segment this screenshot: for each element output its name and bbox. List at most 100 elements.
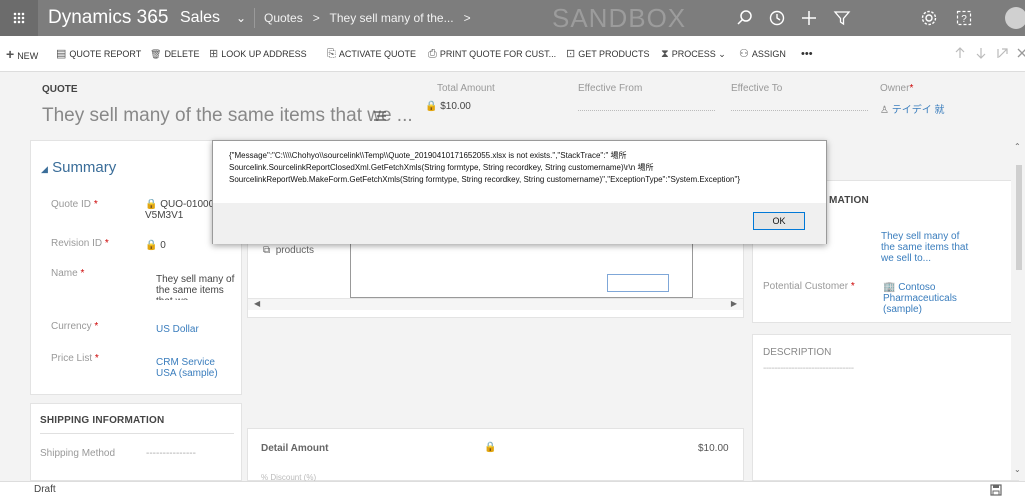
effective-from-label: Effective From	[578, 83, 643, 94]
name-value[interactable]: They sell many of the same items that we…	[156, 274, 236, 300]
plus-icon[interactable]	[800, 9, 818, 27]
app-launcher-button[interactable]	[0, 0, 38, 36]
get-products-button[interactable]: ⊡ GET PRODUCTS	[566, 36, 650, 72]
trash-icon: 🗑	[150, 49, 162, 59]
dialog-footer: OK	[213, 203, 826, 244]
get-products-ok-button[interactable]	[607, 274, 669, 292]
environment-label: SANDBOX	[552, 3, 687, 33]
vertical-scrollbar[interactable]: ⌃ ⌄	[1011, 140, 1025, 480]
record-status: Draft	[34, 484, 56, 495]
filter-icon[interactable]	[833, 9, 851, 27]
total-amount-label: Total Amount	[437, 83, 495, 94]
command-bar: + NEW ▤ QUOTE REPORT 🗑 DELETE ⊞ LOOK UP ADDR…	[0, 36, 1025, 72]
report-icon: ▤	[56, 48, 67, 60]
plus-icon: +	[6, 46, 15, 62]
address-book-icon: ⊞	[209, 48, 219, 60]
assign-button[interactable]: ⚇ ASSIGN	[739, 36, 786, 72]
potential-customer-label: Potential Customer *	[763, 281, 855, 292]
close-icon[interactable]	[1015, 46, 1025, 60]
product-icon: ⧉	[263, 245, 271, 256]
potential-customer-value[interactable]: 🏢 Contoso Pharmaceuticals (sample)	[883, 282, 993, 316]
required-marker: *	[909, 83, 914, 94]
scroll-down-icon[interactable]: ⌄	[1014, 465, 1021, 474]
quote-report-button[interactable]: ▤ QUOTE REPORT	[56, 36, 141, 72]
effective-to-field[interactable]	[731, 110, 868, 111]
header-flyout-icon[interactable]	[374, 111, 386, 121]
required-marker: *	[104, 238, 109, 249]
information-section-title: MATION	[829, 195, 869, 206]
breadcrumb-more-icon[interactable]: >	[464, 11, 471, 25]
revision-id-value: 🔒 0	[145, 240, 166, 251]
detail-amount-panel: Detail Amount 🔒 $10.00 % Discount (%)	[247, 428, 744, 481]
effective-from-field[interactable]	[578, 110, 715, 111]
entity-type-label: QUOTE	[42, 84, 78, 95]
summary-section-title[interactable]: ◢ Summary	[41, 159, 116, 176]
lock-icon: 🔒	[425, 101, 438, 112]
currency-label: Currency *	[51, 321, 99, 332]
arrow-down-icon[interactable]	[974, 46, 988, 60]
more-commands-button[interactable]: •••	[801, 36, 813, 72]
process-button[interactable]: ⧗ PROCESS ⌄	[661, 36, 726, 72]
shipping-method-field[interactable]: ---------------	[146, 448, 196, 459]
assign-icon: ⚇	[739, 48, 749, 60]
required-marker: *	[93, 199, 98, 210]
description-field[interactable]: --------------------------------	[763, 363, 854, 374]
activate-quote-button[interactable]: ⎘ ACTIVATE QUOTE	[327, 36, 416, 72]
record-title: They sell many of the same items that we…	[42, 105, 413, 126]
look-up-address-button[interactable]: ⊞ LOOK UP ADDRESS	[209, 36, 307, 72]
detail-amount-label: Detail Amount	[261, 443, 329, 454]
arrow-up-icon[interactable]	[953, 46, 967, 60]
delete-button[interactable]: 🗑 DELETE	[150, 36, 199, 72]
required-marker: *	[94, 353, 99, 364]
scrollbar-thumb[interactable]	[1016, 165, 1022, 270]
recent-activity-icon[interactable]	[768, 9, 786, 27]
area-switcher[interactable]: Sales	[180, 0, 220, 36]
new-button[interactable]: + NEW	[6, 36, 38, 72]
print-quote-button[interactable]: ⎙ PRINT QUOTE FOR CUST...	[428, 36, 556, 72]
breadcrumb-quotes-link[interactable]: Quotes	[264, 11, 303, 25]
gear-icon[interactable]	[920, 9, 938, 27]
area-chevron-icon[interactable]: ⌄	[236, 0, 246, 36]
breadcrumb: Quotes > They sell many of the... >	[264, 0, 471, 36]
help-icon[interactable]: ?	[955, 9, 973, 27]
lock-icon: 🔒	[145, 240, 158, 251]
get-products-dialog	[350, 240, 693, 298]
description-panel: DESCRIPTION ----------------------------…	[752, 334, 1019, 481]
lock-icon: 🔒	[484, 442, 497, 453]
detail-amount-value: $10.00	[698, 443, 729, 454]
total-amount-value: 🔒 $10.00	[425, 101, 471, 112]
process-icon: ⧗	[661, 48, 669, 60]
save-icon[interactable]	[990, 484, 1002, 496]
breadcrumb-separator-icon: >	[312, 11, 320, 25]
nav-divider	[254, 8, 255, 28]
topic-value[interactable]: They sell many of the same items that we…	[881, 231, 973, 265]
account-icon: 🏢	[883, 282, 896, 293]
scroll-up-icon[interactable]: ⌃	[1014, 142, 1021, 151]
required-marker: *	[94, 321, 99, 332]
effective-to-label: Effective To	[731, 83, 783, 94]
owner-value[interactable]: ♙ テイデイ 就	[880, 101, 945, 116]
description-label: DESCRIPTION	[763, 347, 832, 358]
shipping-panel: SHIPPING INFORMATION Shipping Method ---…	[30, 403, 242, 481]
currency-value[interactable]: US Dollar	[156, 324, 199, 335]
required-marker: *	[850, 281, 855, 292]
horizontal-scrollbar[interactable]: ◀ ▶	[248, 298, 743, 310]
lock-icon: 🔒	[145, 199, 158, 210]
scroll-right-icon[interactable]: ▶	[731, 299, 737, 308]
app-switcher-chevron-icon[interactable]: ⌄	[150, 0, 160, 36]
user-icon: ♙	[880, 105, 889, 116]
discount-row-label: % Discount (%)	[261, 473, 317, 481]
status-bar: Draft	[0, 481, 1025, 497]
user-avatar[interactable]	[1005, 7, 1025, 29]
shipping-method-label: Shipping Method	[40, 448, 116, 459]
price-list-value[interactable]: CRM Service USA (sample)	[156, 357, 231, 379]
activate-icon: ⎘	[327, 48, 336, 60]
products-icon: ⊡	[566, 48, 576, 60]
ok-button[interactable]: OK	[753, 212, 805, 230]
search-icon[interactable]	[736, 9, 754, 27]
required-marker: *	[80, 268, 85, 279]
pop-out-icon[interactable]	[996, 46, 1010, 60]
breadcrumb-record[interactable]: They sell many of the...	[330, 11, 454, 25]
collapse-icon: ◢	[41, 164, 48, 174]
scroll-left-icon[interactable]: ◀	[254, 299, 260, 308]
